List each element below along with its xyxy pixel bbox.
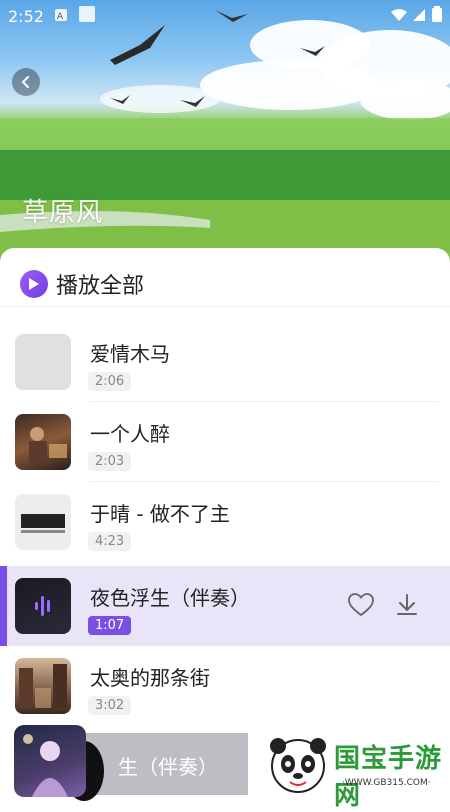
playlist-hero-image (0, 0, 450, 270)
song-row[interactable]: 爱情木马 2:06 (0, 322, 450, 402)
play-all-label: 播放全部 (56, 274, 145, 299)
panda-logo-icon (270, 738, 326, 793)
play-all-button[interactable]: 播放全部 (20, 268, 144, 300)
song-duration: 1:07 (88, 616, 132, 635)
song-title: 于晴 - 做不了主 (90, 502, 230, 526)
mini-player-cover (14, 725, 86, 797)
download-icon[interactable] (392, 590, 422, 620)
chevron-left-icon (21, 76, 29, 88)
watermark-url: ·WWW.GB315.COM· (342, 778, 431, 788)
song-duration: 3:02 (88, 696, 132, 715)
notification-icon: A (54, 7, 68, 26)
song-cover-image (15, 658, 71, 714)
audio-wave-icon (35, 596, 50, 616)
playlist-title: 草原风 (22, 198, 104, 228)
mini-player-title: 生（伴奏） (118, 755, 218, 779)
song-title: 一个人醉 (90, 422, 170, 446)
song-title: 夜色浮生（伴奏） (90, 586, 250, 610)
favorite-heart-icon[interactable] (346, 590, 376, 620)
song-duration: 2:06 (88, 372, 132, 391)
song-cover-image (15, 414, 71, 470)
song-cover-image (15, 578, 71, 634)
site-watermark: 国宝手游网 ·WWW.GB315.COM· (262, 728, 450, 811)
wifi-icon (390, 7, 408, 26)
song-duration: 2:03 (88, 452, 132, 471)
song-row-active[interactable]: 夜色浮生（伴奏） 1:07 (0, 566, 450, 646)
divider (0, 306, 450, 307)
song-list-sheet: 播放全部 爱情木马 2:06 一个人醉 2:03 于晴 - 做不了主 4:23 (0, 248, 450, 800)
svg-text:A: A (57, 12, 64, 22)
signal-icon (412, 7, 426, 26)
song-title: 太奥的那条街 (90, 666, 210, 690)
song-row[interactable]: 一个人醉 2:03 (0, 402, 450, 482)
song-cover-image (15, 494, 71, 550)
birds-illustration (0, 10, 325, 232)
watermark-brand: 国宝手游网 (334, 744, 443, 811)
back-button[interactable] (12, 68, 40, 96)
song-row[interactable]: 太奥的那条街 3:02 (0, 646, 450, 726)
battery-icon (432, 6, 442, 26)
song-cover-placeholder (15, 334, 71, 390)
status-bar: 2:52 A (0, 0, 450, 32)
app-notification-icon (78, 5, 96, 27)
song-title: 爱情木马 (90, 342, 170, 366)
song-row[interactable]: 于晴 - 做不了主 4:23 (0, 482, 450, 562)
song-duration: 4:23 (88, 532, 132, 551)
active-indicator (0, 566, 7, 646)
play-icon (20, 270, 48, 298)
status-time: 2:52 (8, 6, 44, 26)
